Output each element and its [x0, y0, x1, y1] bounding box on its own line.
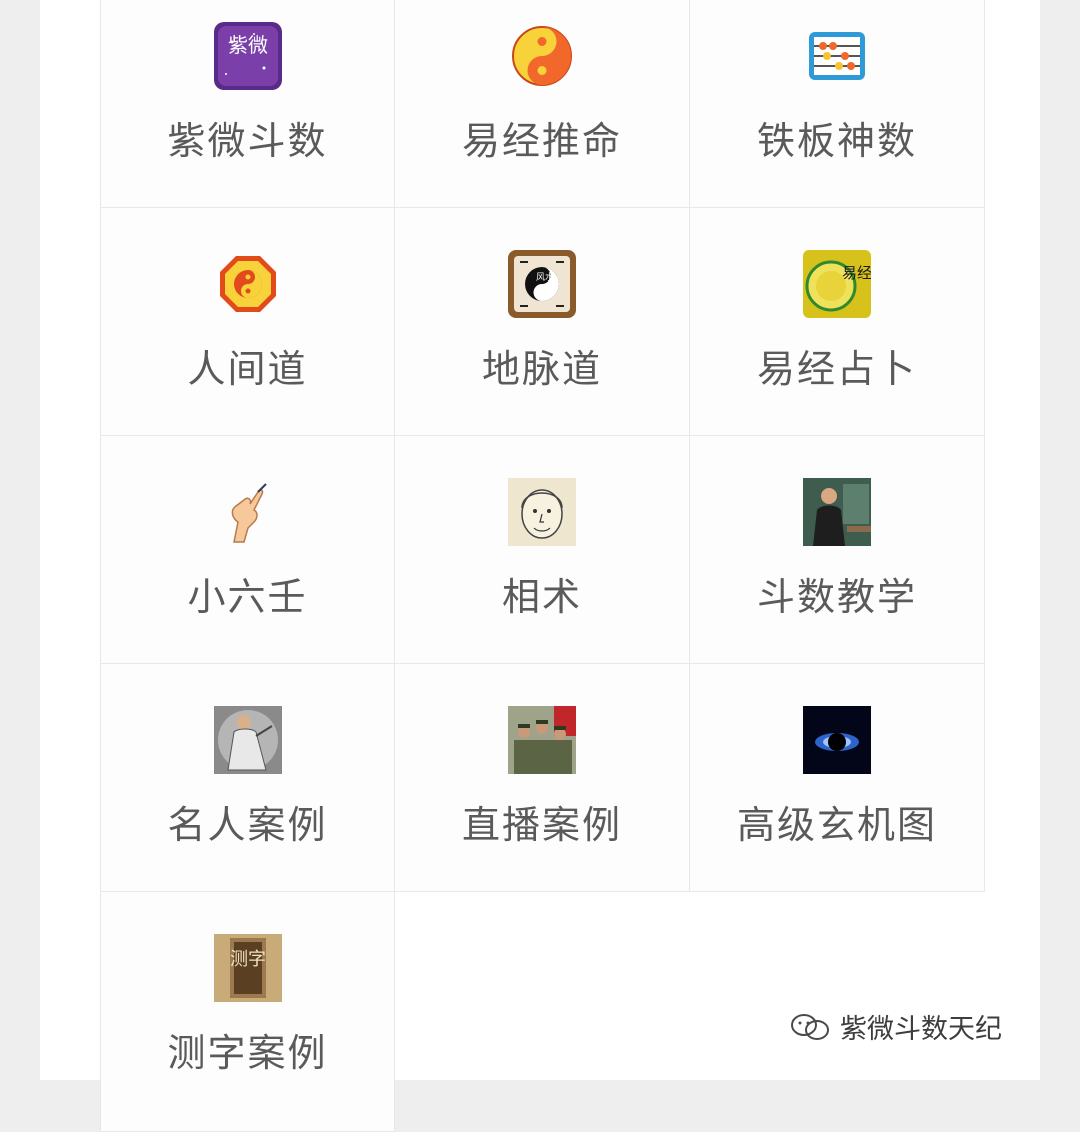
menu-item-label: 名人案例 — [167, 803, 328, 847]
menu-item-cezi-anli[interactable]: 测字 测字案例 — [100, 892, 395, 1132]
bagua-octagon-icon — [214, 250, 282, 318]
hand-gesture-icon — [214, 478, 282, 546]
svg-text:风水: 风水 — [536, 271, 554, 283]
menu-item-xiaoliuren[interactable]: 小六壬 — [100, 436, 395, 664]
menu-item-ziwei-doushu[interactable]: 紫微 紫微斗数 — [100, 0, 395, 208]
menu-item-label: 人间道 — [187, 347, 308, 391]
cezi-scroll-icon: 测字 — [214, 934, 282, 1002]
yin-yang-orange-icon — [508, 22, 576, 90]
menu-item-label: 铁板神数 — [756, 119, 917, 163]
menu-item-label: 测字案例 — [167, 1031, 328, 1075]
menu-item-label: 易经推命 — [461, 119, 622, 163]
ink-figure-icon — [214, 706, 282, 774]
face-sketch-icon — [508, 478, 576, 546]
svg-text:测字: 测字 — [230, 949, 266, 970]
menu-item-label: 易经占卜 — [756, 347, 917, 391]
menu-item-yijing-zhanbu[interactable]: 易经 易经占卜 — [690, 208, 985, 436]
menu-item-yijing-tuiming[interactable]: 易经推命 — [395, 0, 690, 208]
menu-item-tieban-shenshu[interactable]: 铁板神数 — [690, 0, 985, 208]
menu-item-xiangshu[interactable]: 相术 — [395, 436, 690, 664]
menu-item-label: 地脉道 — [481, 347, 602, 391]
wechat-watermark: 紫微斗数天纪 — [790, 1007, 1002, 1046]
soldiers-photo-icon — [508, 706, 576, 774]
menu-item-mingren-anli[interactable]: 名人案例 — [100, 664, 395, 892]
menu-item-label: 相术 — [501, 575, 582, 619]
menu-item-doushu-jiaoxue[interactable]: 斗数教学 — [690, 436, 985, 664]
abacus-icon — [803, 22, 871, 90]
menu-item-label: 直播案例 — [461, 803, 622, 847]
menu-item-label: 紫微斗数 — [167, 119, 328, 163]
black-hole-icon — [803, 706, 871, 774]
menu-grid: 紫微 紫微斗数 易经推命 铁板神数 人间道 风水 地脉道 易经 易经占卜 小六壬… — [100, 0, 985, 1132]
svg-text:紫微: 紫微 — [228, 33, 268, 57]
wechat-channel-icon — [791, 1013, 829, 1040]
teacher-photo-icon — [803, 478, 871, 546]
menu-item-zhibo-anli[interactable]: 直播案例 — [395, 664, 690, 892]
page-background: 紫微 紫微斗数 易经推命 铁板神数 人间道 风水 地脉道 易经 易经占卜 小六壬… — [40, 0, 1040, 1132]
menu-item-dimaidao[interactable]: 风水 地脉道 — [395, 208, 690, 436]
fengshui-bagua-icon: 风水 — [508, 250, 576, 318]
ziwei-purple-tile-icon: 紫微 — [214, 22, 282, 90]
svg-text:易经: 易经 — [842, 264, 871, 282]
menu-item-gaoji-xuanjitu[interactable]: 高级玄机图 — [690, 664, 985, 892]
menu-item-label: 高级玄机图 — [736, 803, 937, 847]
menu-item-renjiandao[interactable]: 人间道 — [100, 208, 395, 436]
menu-item-label: 斗数教学 — [756, 575, 917, 619]
menu-item-label: 小六壬 — [187, 575, 308, 619]
yijing-gold-disc-icon: 易经 — [803, 250, 871, 318]
watermark-text: 紫微斗数天纪 — [840, 1014, 1002, 1045]
